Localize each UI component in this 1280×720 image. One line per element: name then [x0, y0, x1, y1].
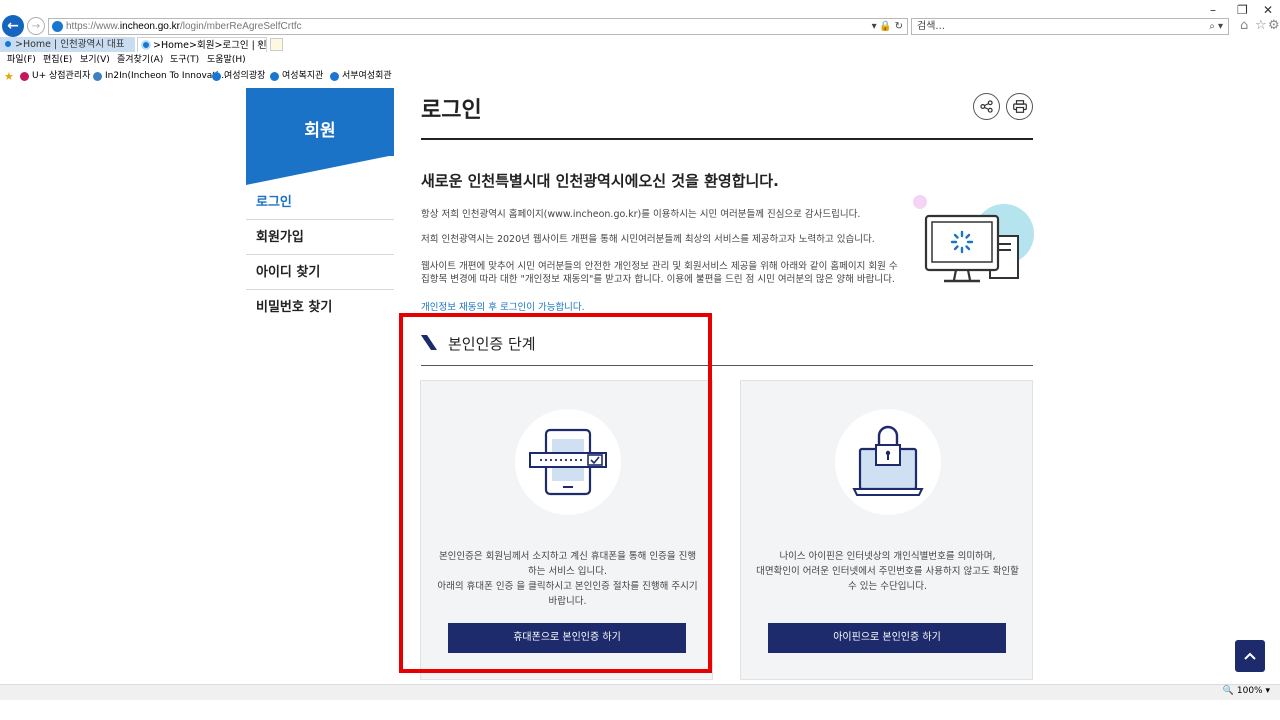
browser-chrome: – ❐ ✕ ← → https://www.incheon.go.kr/logi… [0, 0, 1280, 88]
menu-view[interactable]: 보기(V) [80, 53, 110, 67]
sidebar-title: 회원 [304, 121, 336, 141]
lock-refresh-icon[interactable]: ▾ 🔒 ↻ [872, 19, 903, 34]
favorite-item[interactable]: U+ 상점관리자 [20, 69, 90, 84]
welcome-heading: 새로운 인천특별시대 인천광역시에오신 것을 환영합니다. [421, 172, 779, 190]
printer-icon [1012, 100, 1027, 113]
ipin-auth-description: 나이스 아이핀은 인터넷상의 개인식별번호를 의미하며, 대면확인이 어려운 인… [756, 551, 1019, 592]
close-window-icon[interactable]: ✕ [1263, 3, 1273, 17]
favorite-icon [212, 72, 221, 81]
status-bar: 🔍 100% ▾ [0, 684, 1280, 700]
tab-strip: >Home | 인천광역시 대표 >Home>회원>로그인 | 인... ✕ [0, 37, 1280, 52]
title-divider [421, 138, 1033, 140]
favorite-item[interactable]: 서부여성회관 [330, 69, 392, 84]
intro-paragraph-3: 웹사이트 개편에 맞추어 시민 여러분들의 안전한 개인정보 관리 및 회원서비… [421, 261, 898, 285]
sidebar-header-slant [246, 155, 394, 185]
intro-paragraph-1: 항상 저희 인천광역시 홈페이지(www.incheon.go.kr)를 이용하… [421, 209, 861, 220]
address-url: https://www.incheon.go.kr/login/mberReAg… [66, 21, 302, 32]
restore-icon[interactable]: ❐ [1237, 3, 1248, 17]
favorite-icon [330, 72, 339, 81]
tab-label: >Home>회원>로그인 | 인... [153, 40, 267, 51]
forward-arrow-icon[interactable]: → [27, 17, 45, 35]
ipin-auth-card: 나이스 아이핀은 인터넷상의 개인식별번호를 의미하며, 대면확인이 어려운 인… [740, 380, 1033, 680]
menu-tools[interactable]: 도구(T) [170, 53, 199, 67]
minimize-icon[interactable]: – [1210, 3, 1216, 17]
zoom-level[interactable]: 🔍 100% ▾ [1223, 686, 1270, 696]
tab-close-icon[interactable]: ✕ [256, 38, 264, 52]
favorites-star-icon[interactable]: ☆ [1255, 18, 1267, 33]
settings-gear-icon[interactable]: ⚙ [1268, 18, 1280, 33]
tab-favicon-icon [3, 39, 13, 49]
ipin-icon-circle [835, 409, 941, 515]
share-icon [980, 100, 993, 113]
new-tab-icon[interactable] [270, 38, 283, 51]
print-button[interactable] [1006, 93, 1033, 120]
reagree-notice: 개인정보 재동의 후 로그인이 가능합니다. [421, 302, 585, 313]
chevron-up-icon [1244, 652, 1256, 660]
menu-edit[interactable]: 편집(E) [43, 53, 72, 67]
favorite-item[interactable]: 여성복지관 [270, 69, 323, 84]
tab-home[interactable]: >Home | 인천광역시 대표 [0, 37, 135, 52]
favorites-bar-star-icon[interactable]: ★ [4, 70, 14, 83]
tab-favicon-icon [141, 40, 151, 50]
sidebar-item-signup[interactable]: 회원가입 [246, 220, 394, 255]
favorite-icon [20, 72, 29, 81]
back-arrow-icon[interactable]: ← [2, 15, 24, 37]
search-placeholder: 검색... [917, 21, 945, 32]
favorite-icon [93, 72, 102, 81]
scroll-top-button[interactable] [1235, 640, 1265, 672]
favorite-item[interactable]: In2In(Incheon To Innovati... [93, 69, 227, 84]
laptop-lock-icon [852, 425, 924, 496]
search-icon[interactable]: ⌕ ▾ [1209, 19, 1223, 34]
tab-login[interactable]: >Home>회원>로그인 | 인... ✕ [137, 37, 267, 52]
sidebar-item-find-id[interactable]: 아이디 찾기 [246, 255, 394, 290]
computer-loading-illustration [913, 195, 1034, 283]
menu-file[interactable]: 파일(F) [7, 53, 36, 67]
ipin-auth-button[interactable]: 아이핀으로 본인인증 하기 [768, 623, 1006, 653]
highlight-box [399, 313, 712, 673]
menu-favorites[interactable]: 즐겨찾기(A) [117, 53, 163, 67]
tab-label: >Home | 인천광역시 대표 [15, 39, 125, 50]
menu-help[interactable]: 도움말(H) [207, 53, 246, 67]
site-favicon-icon [52, 21, 63, 32]
search-box[interactable]: 검색... ⌕ ▾ [911, 18, 1229, 35]
favorite-item[interactable]: 여성의광장 [212, 69, 265, 84]
share-button[interactable] [973, 93, 1000, 120]
intro-paragraph-2: 저희 인천광역시는 2020년 웹사이트 개편을 통해 시민여러분들께 최상의 … [421, 234, 875, 245]
page-title: 로그인 [421, 98, 482, 123]
address-bar[interactable]: https://www.incheon.go.kr/login/mberReAg… [48, 18, 908, 35]
home-icon[interactable]: ⌂ [1240, 18, 1248, 33]
sidebar-item-login[interactable]: 로그인 [246, 185, 394, 220]
sidebar-item-find-password[interactable]: 비밀번호 찾기 [246, 290, 394, 325]
favorite-icon [270, 72, 279, 81]
